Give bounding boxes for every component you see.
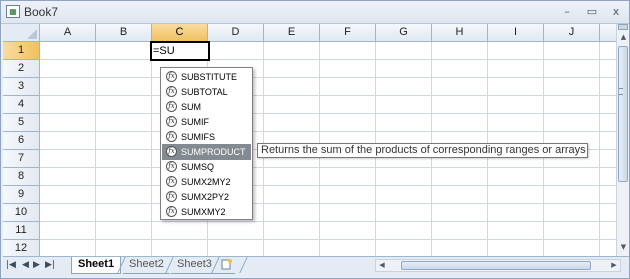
row-header-12[interactable]: 12 [3,240,40,256]
autocomplete-item-sumx2py2[interactable]: fx SUMX2PY2 [162,189,251,205]
autocomplete-item-label: SUMX2PY2 [181,192,230,202]
sheet-tab-bar: |◀ ◀ ▶ ▶| Sheet1 Sheet2 Sheet3 ◀ ▶ [3,256,629,277]
row-header-4[interactable]: 4 [3,96,40,114]
select-all-button[interactable] [3,24,40,42]
last-sheet-icon[interactable]: ▶| [45,260,55,270]
autocomplete-item-label: SUMSQ [181,162,215,172]
autocomplete-item-label: SUMXMY2 [181,207,226,217]
autocomplete-item-sum[interactable]: fx SUM [162,99,251,115]
autocomplete-item-substitute[interactable]: fx SUBSTITUTE [162,69,251,85]
column-header-f[interactable]: F [320,24,376,42]
scroll-right-icon[interactable]: ▶ [609,260,619,271]
function-autocomplete-list[interactable]: fx SUBSTITUTE fx SUBTOTAL fx SUM fx SUMIF fx SUMI… [160,67,253,220]
select-all-triangle-icon [27,29,37,39]
column-header-g[interactable]: G [376,24,432,42]
row-header-11[interactable]: 11 [3,222,40,240]
function-icon: fx [166,71,177,82]
function-icon: fx [166,161,177,172]
next-sheet-icon[interactable]: ▶ [33,260,40,270]
function-icon: fx [166,116,177,127]
column-header-h[interactable]: H [432,24,488,42]
autocomplete-item-subtotal[interactable]: fx SUBTOTAL [162,84,251,100]
first-sheet-icon[interactable]: |◀ [6,260,16,270]
column-header-b[interactable]: B [96,24,152,42]
row-gridline [40,113,616,114]
title-bar: ▦ Book7 – ▭ x [1,1,629,24]
row-header-3[interactable]: 3 [3,78,40,96]
row-gridline [40,239,616,240]
autocomplete-item-label: SUBTOTAL [181,87,228,97]
row-gridline [40,77,616,78]
close-button[interactable]: x [608,4,624,20]
autocomplete-item-sumsq[interactable]: fx SUMSQ [162,159,251,175]
column-header-a[interactable]: A [40,24,96,42]
column-header-d[interactable]: D [208,24,264,42]
restore-button[interactable]: ▭ [584,4,600,20]
tab-divider [239,257,248,273]
autocomplete-item-sumx2my2[interactable]: fx SUMX2MY2 [162,174,251,190]
autocomplete-item-sumifs[interactable]: fx SUMIFS [162,129,251,145]
row-header-9[interactable]: 9 [3,186,40,204]
autocomplete-item-label: SUMIF [181,117,209,127]
vertical-scrollbar[interactable]: ▲ ▼ [616,24,629,256]
column-gridline [151,42,152,256]
autocomplete-item-label: SUBSTITUTE [181,72,238,82]
scroll-grip-icon [619,88,623,95]
autocomplete-item-sumxmy2[interactable]: fx SUMXMY2 [162,204,251,220]
function-icon: fx [166,191,177,202]
column-gridline [95,42,96,256]
row-header-1[interactable]: 1 [3,42,40,60]
autocomplete-item-sumif[interactable]: fx SUMIF [162,114,251,130]
excel-document-icon[interactable]: ▦ [6,5,20,18]
horizontal-scrollbar[interactable]: ◀ ▶ [375,259,621,272]
function-icon: fx [166,206,177,217]
function-icon: fx [166,131,177,142]
workbook-window: ▦ Book7 – ▭ x ABCDEFGHIJ 1 2 3 4 5 6 7 8 9 10 11 12… [0,0,630,279]
insert-sheet-tab[interactable] [217,257,235,274]
split-box[interactable] [618,24,628,30]
row-header-10[interactable]: 10 [3,204,40,222]
function-tooltip: Returns the sum of the products of corre… [257,143,588,158]
autocomplete-item-label: SUM [181,102,201,112]
column-header-c[interactable]: C [152,24,208,42]
row-gridline [40,185,616,186]
window-title: Book7 [24,5,59,19]
row-header-8[interactable]: 8 [3,168,40,186]
worksheet-grid[interactable]: ABCDEFGHIJ 1 2 3 4 5 6 7 8 9 10 11 12 =SU [3,24,616,256]
function-icon: fx [166,86,177,97]
function-icon: fx [166,101,177,112]
row-gridline [40,203,616,204]
autocomplete-item-label: SUMPRODUCT [181,147,246,157]
column-gridline [599,42,600,256]
row-header-2[interactable]: 2 [3,60,40,78]
scroll-up-icon[interactable]: ▲ [618,32,629,43]
column-header-j[interactable]: J [544,24,600,42]
active-cell-value[interactable]: =SU [153,43,175,59]
sheet-tab-sheet1[interactable]: Sheet1 [71,257,122,274]
horizontal-scroll-thumb[interactable] [401,261,591,270]
column-header-partial[interactable] [600,24,616,42]
insert-sheet-icon [221,259,232,270]
scroll-left-icon[interactable]: ◀ [377,260,387,271]
row-header-7[interactable]: 7 [3,150,40,168]
row-gridline [40,59,616,60]
prev-sheet-icon[interactable]: ◀ [22,260,29,270]
vertical-scroll-thumb[interactable] [618,46,628,182]
column-header-i[interactable]: I [488,24,544,42]
row-header-6[interactable]: 6 [3,132,40,150]
row-header-5[interactable]: 5 [3,114,40,132]
row-gridline [40,221,616,222]
column-header-e[interactable]: E [264,24,320,42]
function-icon: fx [166,176,177,187]
autocomplete-item-label: SUMX2MY2 [181,177,231,187]
sheet-tab-sheet2[interactable]: Sheet2 [123,257,170,274]
autocomplete-item-label: SUMIFS [181,132,216,142]
scroll-down-icon[interactable]: ▼ [618,242,629,253]
minimize-button[interactable]: – [559,4,575,20]
autocomplete-item-sumproduct[interactable]: fx SUMPRODUCT [162,144,251,160]
row-gridline [40,131,616,132]
row-gridline [40,167,616,168]
row-gridline [40,95,616,96]
function-icon: fx [166,146,177,157]
